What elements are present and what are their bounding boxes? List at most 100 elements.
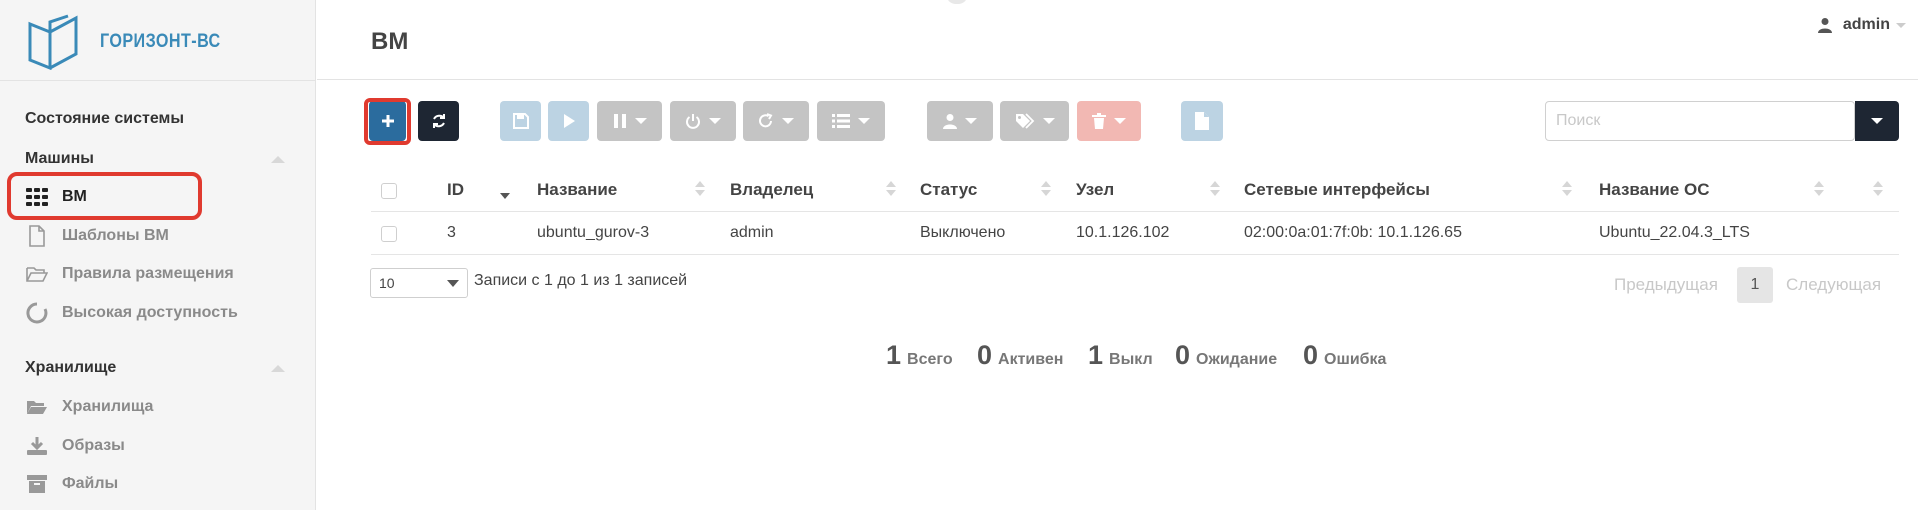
sidebar-item-placement-rules[interactable]: Правила размещения: [26, 260, 234, 288]
pagination-prev[interactable]: Предыдущая: [1614, 275, 1718, 295]
logo-text: ГОРИЗОНТ-ВС: [100, 31, 221, 52]
column-header-os[interactable]: Название ОС: [1599, 180, 1709, 200]
user-icon: [943, 114, 957, 129]
sidebar-item-high-availability[interactable]: Высокая доступность: [26, 299, 238, 327]
list-icon: [832, 114, 850, 128]
sidebar-item-label: Шаблоны ВМ: [62, 227, 169, 244]
stat-off: 1 Выкл: [1088, 340, 1153, 371]
sidebar-item-label: Образы: [62, 437, 125, 454]
stat-label: Выкл: [1109, 351, 1153, 368]
document-button[interactable]: [1181, 101, 1223, 141]
sort-icon[interactable]: [1814, 181, 1824, 197]
page-size-select[interactable]: 10: [370, 268, 468, 298]
delete-dropdown-button[interactable]: [1077, 101, 1141, 141]
cell-owner: admin: [730, 224, 774, 241]
file-icon: [1195, 112, 1209, 130]
sort-icon[interactable]: [886, 181, 896, 197]
pause-dropdown-button[interactable]: [597, 101, 662, 141]
nav-group-storage[interactable]: Хранилище: [25, 359, 285, 377]
chevron-down-icon: [1114, 118, 1126, 124]
stat-value: 1: [1088, 340, 1104, 370]
chevron-down-icon: [447, 280, 459, 287]
sidebar-item-label: Высокая доступность: [62, 304, 238, 321]
pagination-next[interactable]: Следующая: [1786, 275, 1881, 295]
pagination-page[interactable]: 1: [1737, 267, 1773, 303]
power-dropdown-button[interactable]: [670, 101, 736, 141]
cell-status: Выключено: [920, 224, 1006, 241]
sort-icon[interactable]: [1041, 181, 1051, 197]
stat-label: Всего: [907, 351, 953, 368]
grid-icon: [26, 186, 48, 208]
sidebar-item-storages[interactable]: Хранилища: [26, 393, 153, 421]
column-header-id[interactable]: ID: [447, 180, 464, 200]
sidebar-item-images[interactable]: Образы: [26, 432, 125, 460]
reboot-dropdown-button[interactable]: [743, 101, 809, 141]
pause-icon: [613, 114, 626, 128]
sort-desc-icon[interactable]: [500, 181, 510, 199]
stat-total: 1 Всего: [886, 340, 953, 371]
user-icon: [1817, 18, 1832, 33]
table-header: ID Название Владелец Статус Узел Сетевые…: [371, 170, 1899, 212]
sidebar-item-label: Правила размещения: [62, 265, 234, 282]
cell-os: Ubuntu_22.04.3_LTS: [1599, 224, 1750, 241]
refresh-button[interactable]: [418, 101, 459, 141]
nav-group-label: Машины: [25, 150, 94, 167]
search-input[interactable]: [1546, 102, 1856, 140]
stat-error: 0 Ошибка: [1303, 340, 1386, 371]
stat-label: Активен: [998, 351, 1064, 368]
cell-id: 3: [447, 224, 456, 241]
save-button[interactable]: [500, 101, 541, 141]
list-dropdown-button[interactable]: [817, 101, 885, 141]
nav-group-label: Хранилище: [25, 359, 117, 376]
sort-icon[interactable]: [1562, 181, 1572, 197]
search-box: [1545, 101, 1856, 141]
book-logo-icon: [28, 14, 78, 70]
sidebar: ГОРИЗОНТ-ВС Состояние системы Машины ВМ …: [0, 0, 316, 510]
chevron-down-icon: [709, 118, 721, 124]
power-icon: [686, 114, 700, 129]
divider: [0, 80, 316, 81]
sort-icon[interactable]: [695, 181, 705, 197]
chevron-down-icon: [1896, 22, 1906, 28]
folder-open-icon: [26, 263, 48, 285]
sidebar-item-label: Хранилища: [62, 398, 154, 415]
stat-label: Ожидание: [1196, 351, 1278, 368]
records-info: Записи с 1 до 1 из 1 записей: [474, 272, 688, 289]
reboot-icon: [759, 113, 773, 128]
sort-icon[interactable]: [1210, 181, 1220, 197]
nav-system-state[interactable]: Состояние системы: [25, 110, 184, 128]
chevron-down-icon: [1042, 118, 1055, 124]
collapse-icon[interactable]: [271, 365, 285, 372]
page-title: ВМ: [371, 28, 409, 55]
column-header-status[interactable]: Статус: [920, 180, 977, 200]
owner-dropdown-button[interactable]: [927, 101, 993, 141]
stat-active: 0 Активен: [977, 340, 1063, 371]
select-all-checkbox[interactable]: [381, 183, 397, 199]
play-button[interactable]: [548, 101, 589, 141]
user-menu[interactable]: admin: [1817, 16, 1906, 34]
stat-value: 0: [1303, 340, 1319, 370]
stat-value: 0: [1175, 340, 1191, 370]
circle-icon: [26, 302, 48, 324]
column-header-owner[interactable]: Владелец: [730, 180, 813, 200]
nav-group-machines[interactable]: Машины: [25, 150, 285, 168]
app-logo[interactable]: ГОРИЗОНТ-ВС: [26, 12, 242, 72]
row-checkbox[interactable]: [381, 226, 397, 242]
column-header-name[interactable]: Название: [537, 180, 617, 200]
labels-dropdown-button[interactable]: [1000, 101, 1069, 141]
sidebar-item-label: ВМ: [62, 188, 87, 205]
sidebar-item-files[interactable]: Файлы: [26, 470, 118, 498]
page-size-value: 10: [379, 275, 395, 291]
sidebar-item-label: Файлы: [62, 475, 119, 492]
sidebar-item-vm[interactable]: ВМ: [26, 183, 87, 211]
sidebar-item-vm-templates[interactable]: Шаблоны ВМ: [26, 222, 169, 250]
column-header-host[interactable]: Узел: [1076, 180, 1114, 200]
stat-pending: 0 Ожидание: [1175, 340, 1277, 371]
stat-label: Ошибка: [1324, 351, 1387, 368]
collapse-icon[interactable]: [271, 156, 285, 163]
search-options-button[interactable]: [1855, 101, 1899, 141]
sort-icon[interactable]: [1873, 181, 1883, 197]
column-header-nics[interactable]: Сетевые интерфейсы: [1244, 180, 1430, 200]
chevron-down-icon: [965, 118, 977, 124]
table-row[interactable]: 3 ubuntu_gurov-3 admin Выключено 10.1.12…: [371, 213, 1899, 255]
